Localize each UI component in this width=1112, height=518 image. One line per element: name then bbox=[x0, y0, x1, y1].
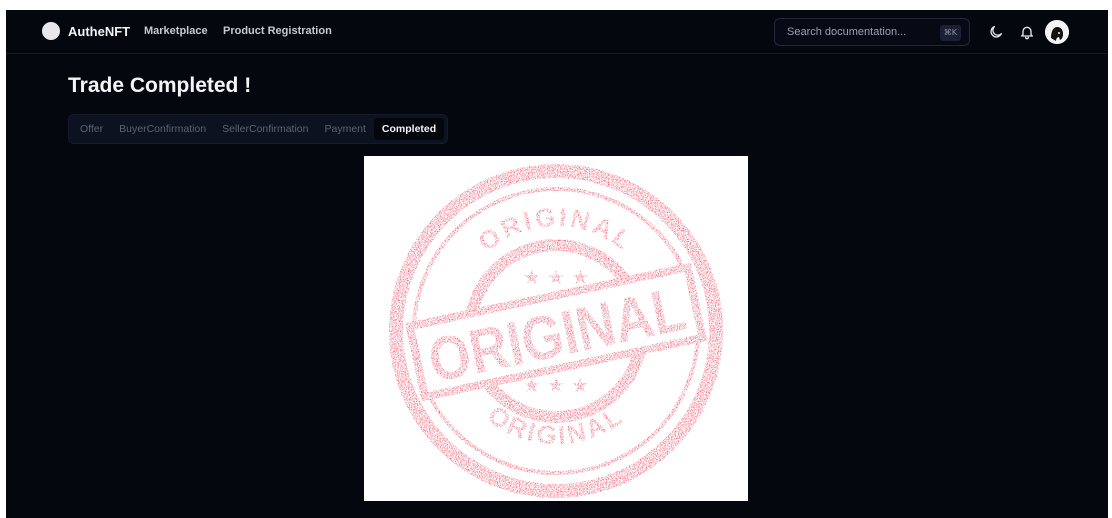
moon-icon bbox=[990, 26, 1002, 38]
avatar[interactable] bbox=[1045, 20, 1069, 44]
svg-text:ORIGINAL: ORIGINAL bbox=[483, 399, 630, 450]
page-title: Trade Completed ! bbox=[68, 74, 252, 97]
original-stamp-image: ORIGINAL ORIGINAL ★ ★ ★ ★ ★ ★ ORIGINAL bbox=[389, 164, 723, 498]
search-placeholder: Search documentation... bbox=[787, 26, 907, 38]
brand[interactable]: AutheNFT bbox=[42, 22, 130, 40]
top-navbar: AutheNFT Marketplace Product Registratio… bbox=[6, 10, 1108, 54]
tab-payment[interactable]: Payment bbox=[316, 118, 373, 140]
tab-completed[interactable]: Completed bbox=[373, 118, 445, 140]
search-shortcut-badge: ⌘K bbox=[939, 25, 961, 41]
trade-steps-tabs: Offer BuyerConfirmation SellerConfirmati… bbox=[68, 114, 449, 144]
search-input[interactable]: Search documentation... ⌘K bbox=[774, 18, 970, 46]
notifications-button[interactable] bbox=[1017, 22, 1037, 42]
brand-logo-icon bbox=[42, 22, 60, 40]
nav-link-product-registration[interactable]: Product Registration bbox=[223, 25, 332, 37]
nav-link-marketplace[interactable]: Marketplace bbox=[144, 25, 208, 37]
tab-seller-confirmation[interactable]: SellerConfirmation bbox=[214, 118, 316, 140]
stamp-bottom-text: ORIGINAL bbox=[483, 399, 627, 450]
brand-name: AutheNFT bbox=[68, 23, 131, 39]
tab-offer[interactable]: Offer bbox=[72, 118, 111, 140]
avatar-face-icon bbox=[1045, 20, 1069, 44]
bell-icon bbox=[1021, 26, 1033, 40]
app-window: AutheNFT Marketplace Product Registratio… bbox=[6, 10, 1108, 518]
product-image: ORIGINAL ORIGINAL ★ ★ ★ ★ ★ ★ ORIGINAL bbox=[364, 156, 748, 501]
theme-toggle-button[interactable] bbox=[986, 22, 1006, 42]
svg-text:★ ★ ★: ★ ★ ★ bbox=[523, 265, 590, 289]
tab-buyer-confirmation[interactable]: BuyerConfirmation bbox=[111, 118, 214, 140]
